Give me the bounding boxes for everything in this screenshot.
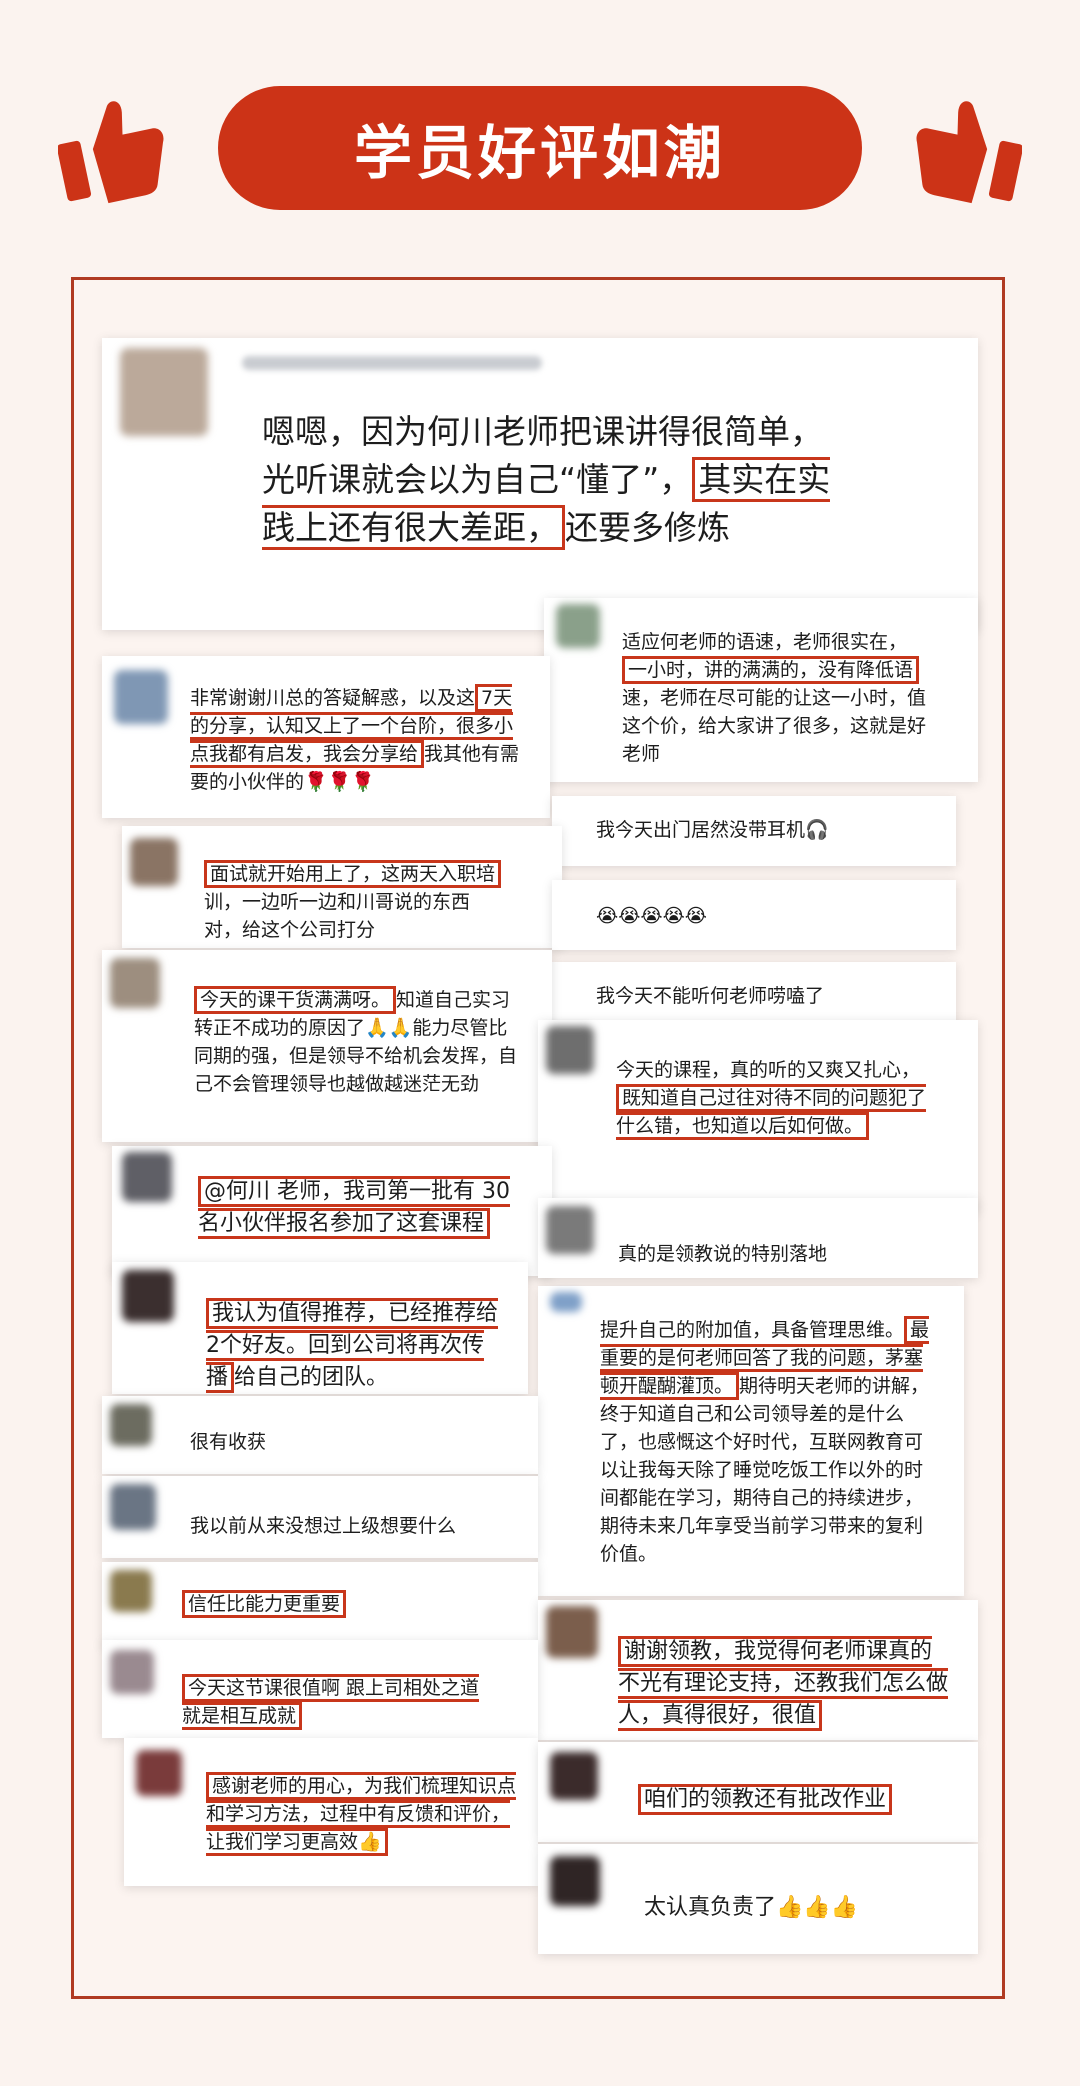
- avatar: [114, 670, 168, 724]
- review-text: @何川 老师，我司第一批有 30 名小伙伴报名参加了这套课程: [198, 1176, 528, 1240]
- review-text: 面试就开始用上了，这两天入职培训，一边听一边和川哥说的东西对，给这个公司打分: [204, 860, 504, 944]
- review-card-9: 今天的课程，真的听的又爽又扎心，既知道自己过往对待不同的问题犯了什么错，也知道以…: [538, 1020, 978, 1212]
- review-card-8: 今天的课干货满满呀。 知道自己实习转正不成功的原因了🙏🙏能力尽管比同期的强，但是领…: [102, 950, 552, 1142]
- review-text: 嗯嗯，因为何川老师把课讲得很简单，光听课就会以为自己“懂了”， 其实在实践上还有很…: [262, 408, 852, 552]
- blurred-username: [242, 356, 542, 370]
- avatar: [122, 1152, 172, 1202]
- highlight: 谢谢领教，我觉得何老师课真的不光有理论支持，还教我们怎么做人，真得很好，很值: [618, 1636, 949, 1731]
- review-text: 我以前从来没想过上级想要什么: [190, 1515, 457, 1537]
- avatar: [130, 838, 178, 886]
- avatar: [120, 348, 208, 436]
- review-card-4: 我今天出门居然没带耳机🎧: [552, 796, 956, 866]
- review-card-14: 很有收获: [102, 1396, 538, 1474]
- review-card-16: 信任比能力更重要: [102, 1562, 538, 1646]
- avatar: [110, 1650, 154, 1694]
- review-text: 很有收获: [190, 1431, 267, 1453]
- review-text: 咱们的领教还有批改作业: [638, 1784, 958, 1816]
- review-text: 信任比能力更重要: [182, 1590, 512, 1618]
- review-text: 非常谢谢川总的答疑解惑，以及这 7天的分享，认知又上了一个台阶，很多小点我都有启发…: [190, 684, 520, 796]
- avatar: [546, 1606, 598, 1658]
- highlight: 感谢老师的用心，为我们梳理知识点和学习方法，过程中有反馈和评价，让我们学习更高效…: [206, 1772, 517, 1856]
- highlight: 今天的课干货满满呀。: [194, 986, 397, 1014]
- review-card-18: 今天这节课很值啊 跟上司相处之道 就是相互成就: [102, 1640, 538, 1738]
- review-card-21: 太认真负责了👍👍👍: [538, 1844, 978, 1954]
- avatar: [546, 1026, 594, 1074]
- avatar: [550, 1752, 598, 1800]
- review-text: 我认为值得推荐，已经推荐给2个好友。回到公司将再次传播 给自己的团队。: [206, 1298, 506, 1394]
- highlight: 面试就开始用上了，这两天入职培: [204, 860, 502, 888]
- review-card-13: 提升自己的附加值，具备管理思维。 最重要的是何老师回答了我的问题，茅塞顿开醍醐灌顶…: [538, 1286, 964, 1596]
- review-card-10: @何川 老师，我司第一批有 30 名小伙伴报名参加了这套课程: [112, 1146, 552, 1276]
- avatar: [556, 604, 600, 648]
- highlight: 信任比能力更重要: [182, 1590, 347, 1618]
- review-text: 太认真负责了👍👍👍: [644, 1895, 859, 1920]
- review-text: 今天这节课很值啊 跟上司相处之道 就是相互成就: [182, 1674, 492, 1730]
- avatar: [110, 1404, 152, 1446]
- review-card-6: 😭😭😭😭😭: [552, 880, 956, 950]
- review-card-19: 感谢老师的用心，为我们梳理知识点和学习方法，过程中有反馈和评价，让我们学习更高效…: [124, 1738, 538, 1886]
- highlight: @何川 老师，我司第一批有 30 名小伙伴报名参加了这套课程: [198, 1176, 510, 1239]
- review-text: 今天的课干货满满呀。 知道自己实习转正不成功的原因了🙏🙏能力尽管比同期的强，但是领…: [194, 986, 524, 1098]
- review-text: 谢谢领教，我觉得何老师课真的不光有理论支持，还教我们怎么做人，真得很好，很值: [618, 1636, 949, 1732]
- review-card-1: 嗯嗯，因为何川老师把课讲得很简单，光听课就会以为自己“懂了”， 其实在实践上还有很…: [102, 338, 978, 630]
- review-card-3: 非常谢谢川总的答疑解惑，以及这 7天的分享，认知又上了一个台阶，很多小点我都有启发…: [102, 656, 550, 818]
- review-text: 适应何老师的语速，老师很实在，一小时，讲的满满的，没有降低语速，老师在尽可能的让…: [622, 631, 927, 765]
- review-card-11: 真的是领教说的特别落地: [538, 1198, 978, 1278]
- avatar: [110, 1570, 152, 1612]
- review-text: 今天的课程，真的听的又爽又扎心，既知道自己过往对待不同的问题犯了什么错，也知道以…: [616, 1056, 936, 1140]
- right-thumbs-up-icon: [916, 101, 1022, 204]
- review-card-20: 咱们的领教还有批改作业: [538, 1742, 978, 1842]
- avatar: [110, 1484, 156, 1530]
- avatar: [110, 958, 160, 1008]
- avatar: [122, 1270, 174, 1322]
- review-text: 我今天出门居然没带耳机🎧: [596, 819, 829, 841]
- review-text: 真的是领教说的特别落地: [618, 1243, 828, 1265]
- highlight: 今天这节课很值啊 跟上司相处之道 就是相互成就: [182, 1674, 480, 1730]
- avatar: [550, 1292, 582, 1312]
- avatar: [136, 1750, 182, 1796]
- title-banner: 学员好评如潮: [218, 86, 862, 210]
- highlight: 既知道自己过往对待不同的问题犯了什么错，也知道以后如何做。: [616, 1084, 927, 1140]
- avatar: [546, 1206, 594, 1254]
- avatar: [550, 1856, 600, 1906]
- review-text: 我今天不能听何老师唠嗑了: [596, 985, 825, 1007]
- review-text: 提升自己的附加值，具备管理思维。 最重要的是何老师回答了我的问题，茅塞顿开醍醐灌顶…: [600, 1316, 930, 1568]
- highlight: 一小时，讲的满满的，没有降低语: [622, 656, 920, 684]
- review-card-12: 我认为值得推荐，已经推荐给2个好友。回到公司将再次传播 给自己的团队。: [112, 1262, 528, 1394]
- highlight: 咱们的领教还有批改作业: [638, 1784, 893, 1815]
- review-card-17: 谢谢领教，我觉得何老师课真的不光有理论支持，还教我们怎么做人，真得很好，很值: [538, 1600, 978, 1740]
- review-card-15: 我以前从来没想过上级想要什么: [102, 1476, 538, 1558]
- page-title: 学员好评如潮: [353, 119, 726, 187]
- left-thumbs-up-icon: [58, 101, 164, 204]
- review-text: 😭😭😭😭😭: [596, 905, 708, 927]
- review-card-2: 适应何老师的语速，老师很实在，一小时，讲的满满的，没有降低语速，老师在尽可能的让…: [544, 598, 978, 782]
- review-text: 感谢老师的用心，为我们梳理知识点和学习方法，过程中有反馈和评价，让我们学习更高效…: [206, 1772, 517, 1856]
- review-card-5: 面试就开始用上了，这两天入职培训，一边听一边和川哥说的东西对，给这个公司打分: [122, 826, 562, 948]
